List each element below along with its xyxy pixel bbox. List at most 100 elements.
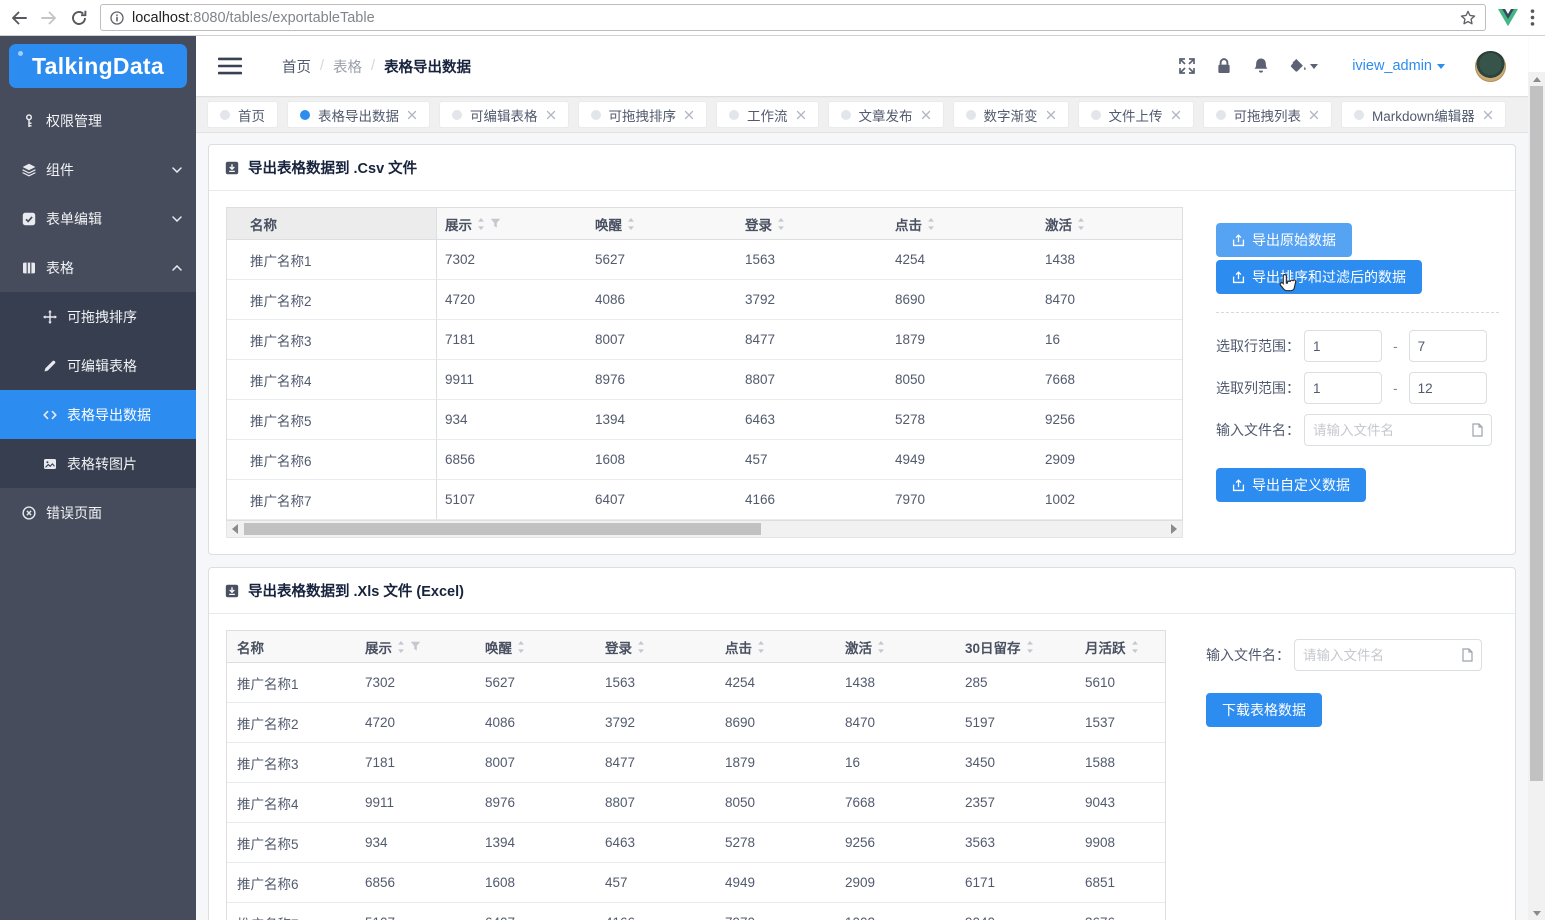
vue-devtools-icon[interactable] xyxy=(1498,8,1518,28)
export-sorted-filtered-button[interactable]: 导出排序和过滤后的数据 xyxy=(1216,260,1422,294)
chevron-down-icon xyxy=(172,166,182,173)
key-icon xyxy=(22,113,36,128)
lock-icon[interactable] xyxy=(1215,57,1233,75)
table-cell: 1879 xyxy=(887,320,1037,360)
csv-filename-input[interactable] xyxy=(1304,414,1492,446)
sidebar-item-可拖拽排序[interactable]: 可拖拽排序 xyxy=(0,292,196,341)
sort-icon[interactable] xyxy=(927,217,935,230)
sort-icon[interactable] xyxy=(397,640,405,653)
export-custom-button[interactable]: 导出自定义数据 xyxy=(1216,468,1366,502)
tab-close-icon[interactable] xyxy=(1309,110,1319,120)
sidebar-item-label: 错误页面 xyxy=(46,504,102,521)
sidebar-item-组件[interactable]: 组件 xyxy=(0,145,196,194)
sort-icon[interactable] xyxy=(1077,217,1085,230)
tab-close-icon[interactable] xyxy=(1046,110,1056,120)
tab-close-icon[interactable] xyxy=(796,110,806,120)
tab-close-icon[interactable] xyxy=(407,110,417,120)
column-header-label: 登录 xyxy=(605,640,632,656)
tab-工作流[interactable]: 工作流 xyxy=(716,101,819,128)
scrollbar-thumb[interactable] xyxy=(244,523,761,535)
tab-文件上传[interactable]: 文件上传 xyxy=(1077,101,1194,128)
sort-icon[interactable] xyxy=(517,640,525,653)
scroll-left-icon[interactable] xyxy=(227,521,243,537)
table-cell: 8976 xyxy=(477,783,597,823)
tab-close-icon[interactable] xyxy=(684,110,694,120)
sidebar-item-可编辑表格[interactable]: 可编辑表格 xyxy=(0,341,196,390)
scroll-right-icon[interactable] xyxy=(1166,521,1182,537)
sidebar-item-表格[interactable]: 表格 xyxy=(0,243,196,292)
table-cell: 1537 xyxy=(1077,703,1165,743)
sidebar-item-错误页面[interactable]: 错误页面 xyxy=(0,488,196,537)
talkingdata-logo[interactable]: TalkingData xyxy=(9,44,187,88)
sidebar-item-表单编辑[interactable]: 表单编辑 xyxy=(0,194,196,243)
filter-funnel-icon[interactable] xyxy=(490,218,501,229)
breadcrumb-item[interactable]: 表格 xyxy=(333,56,362,77)
tab-表格导出数据[interactable]: 表格导出数据 xyxy=(287,101,430,128)
tab-close-icon[interactable] xyxy=(921,110,931,120)
tab-可拖拽排序[interactable]: 可拖拽排序 xyxy=(577,101,707,128)
bookmark-star-icon[interactable] xyxy=(1460,10,1476,26)
scrollbar-track[interactable] xyxy=(1528,86,1545,906)
forward-icon[interactable] xyxy=(40,9,58,27)
notification-bell-icon[interactable] xyxy=(1252,57,1270,75)
filter-funnel-icon[interactable] xyxy=(410,641,421,652)
address-bar[interactable]: localhost:8080/tables/exportableTable xyxy=(100,4,1486,31)
tab-status-dot xyxy=(300,109,310,120)
avatar[interactable] xyxy=(1475,50,1506,82)
table-cell: 3792 xyxy=(597,703,717,743)
sidebar-item-权限管理[interactable]: 权限管理 xyxy=(0,96,196,145)
sidebar-item-表格导出数据[interactable]: 表格导出数据 xyxy=(0,390,196,439)
xls-filename-row: 输入文件名： xyxy=(1206,639,1482,671)
fullscreen-icon[interactable] xyxy=(1178,57,1196,75)
sort-icon[interactable] xyxy=(1131,640,1139,653)
scrollbar-thumb[interactable] xyxy=(1530,86,1543,781)
table-cell: 4166 xyxy=(737,480,887,520)
sort-icon[interactable] xyxy=(877,640,885,653)
tab-数字渐变[interactable]: 数字渐变 xyxy=(952,101,1069,128)
table-cell: 5197 xyxy=(957,703,1077,743)
tab-首页[interactable]: 首页 xyxy=(207,101,278,128)
tab-可拖拽列表[interactable]: 可拖拽列表 xyxy=(1202,101,1332,128)
tab-Markdown编辑器[interactable]: Markdown编辑器 xyxy=(1341,101,1506,128)
sort-icon[interactable] xyxy=(627,217,635,230)
table-cell: 2357 xyxy=(957,783,1077,823)
tab-close-icon[interactable] xyxy=(1171,110,1181,120)
browser-menu-icon[interactable] xyxy=(1530,9,1535,26)
row-range-to-input[interactable] xyxy=(1408,330,1487,362)
tab-文章发布[interactable]: 文章发布 xyxy=(827,101,944,128)
col-range-from-input[interactable] xyxy=(1304,372,1382,404)
sort-icon[interactable] xyxy=(477,217,485,230)
scrollbar-track[interactable] xyxy=(243,521,1166,537)
scroll-up-icon[interactable] xyxy=(1528,72,1545,86)
url-text[interactable]: localhost:8080/tables/exportableTable xyxy=(132,9,1452,27)
csv-table-horizontal-scrollbar[interactable] xyxy=(226,521,1183,538)
sort-icon[interactable] xyxy=(637,640,645,653)
theme-switcher[interactable] xyxy=(1289,57,1319,75)
info-icon[interactable] xyxy=(110,10,124,25)
sort-icon[interactable] xyxy=(1026,640,1034,653)
col-range-to-input[interactable] xyxy=(1408,372,1487,404)
tab-可编辑表格[interactable]: 可编辑表格 xyxy=(439,101,569,128)
export-raw-button[interactable]: 导出原始数据 xyxy=(1216,223,1352,257)
table-cell: 9911 xyxy=(357,783,477,823)
breadcrumb-item[interactable]: 首页 xyxy=(282,56,311,77)
user-dropdown[interactable]: iview_admin xyxy=(1352,58,1446,74)
refresh-icon[interactable] xyxy=(70,9,88,27)
table-cell: 2909 xyxy=(1037,440,1182,480)
table-cell: 8690 xyxy=(887,280,1037,320)
sort-icon[interactable] xyxy=(757,640,765,653)
row-range-from-input[interactable] xyxy=(1304,330,1382,362)
sidebar-item-表格转图片[interactable]: 表格转图片 xyxy=(0,439,196,488)
hamburger-menu-icon[interactable] xyxy=(218,57,242,75)
download-table-button[interactable]: 下载表格数据 xyxy=(1206,693,1322,727)
sort-icon[interactable] xyxy=(777,217,785,230)
tab-close-icon[interactable] xyxy=(1483,110,1493,120)
scroll-down-icon[interactable] xyxy=(1528,906,1545,920)
xls-table: 名称 展示 唤醒 登录 点击 激活 30日留存 月活跃 推广名称1 7302 5627 1563 425… xyxy=(226,630,1166,920)
xls-filename-input[interactable] xyxy=(1294,639,1482,671)
back-icon[interactable] xyxy=(10,9,28,27)
table-cell: 3792 xyxy=(737,280,887,320)
page-vertical-scrollbar[interactable] xyxy=(1528,72,1545,920)
csv-export-card: 导出表格数据到 .Csv 文件 名称 展示 唤醒 登录 点击 激活 推广名称1 7302 562… xyxy=(208,144,1516,555)
tab-close-icon[interactable] xyxy=(546,110,556,120)
